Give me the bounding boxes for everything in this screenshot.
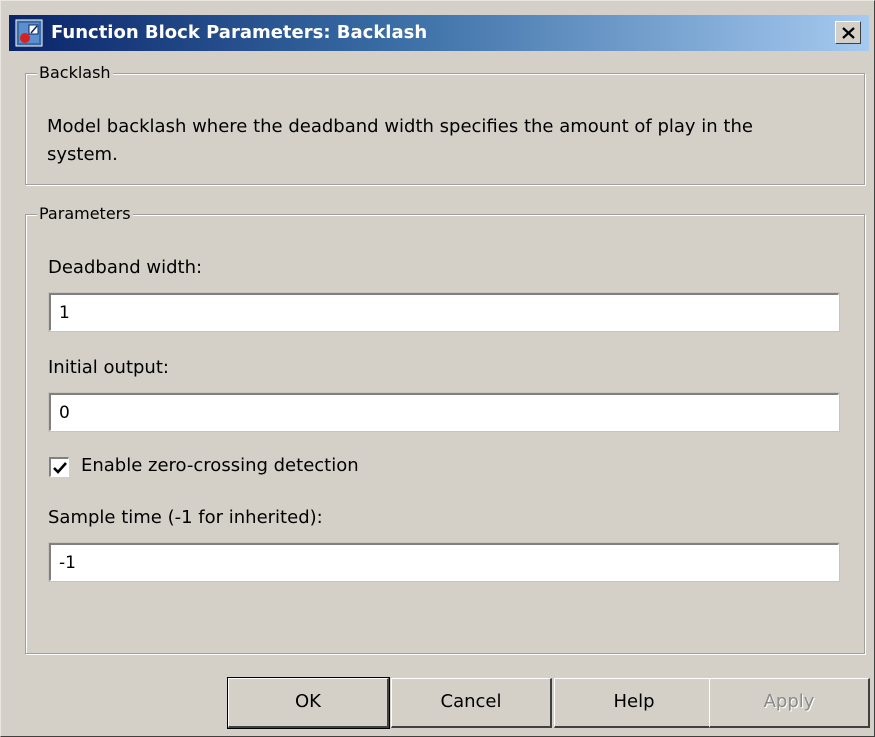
- initial-output-input[interactable]: [51, 395, 838, 430]
- help-button[interactable]: Help: [554, 678, 715, 728]
- block-description: Model backlash where the deadband width …: [47, 116, 753, 165]
- zero-crossing-label[interactable]: Enable zero-crossing detection: [81, 455, 359, 476]
- sample-time-label: Sample time (-1 for inherited):: [48, 507, 323, 528]
- parameters-groupbox: [25, 214, 865, 654]
- window-title: Function Block Parameters: Backlash: [51, 22, 428, 43]
- ok-button[interactable]: OK: [227, 677, 390, 729]
- sample-time-input[interactable]: [51, 545, 838, 580]
- apply-button[interactable]: Apply: [709, 678, 870, 728]
- title-bar[interactable]: Function Block Parameters: Backlash: [9, 15, 869, 51]
- close-icon: [842, 27, 855, 39]
- checkmark-icon: [53, 462, 67, 474]
- initial-output-label: Initial output:: [48, 357, 169, 378]
- parameters-group-legend: Parameters: [37, 204, 133, 224]
- zero-crossing-checkbox[interactable]: [49, 457, 69, 477]
- close-button[interactable]: [835, 21, 861, 44]
- deadband-width-label: Deadband width:: [48, 257, 203, 278]
- deadband-width-input[interactable]: [51, 295, 838, 330]
- deadband-width-field[interactable]: [48, 292, 840, 332]
- cancel-button[interactable]: Cancel: [391, 678, 552, 728]
- simulink-block-icon: [15, 19, 43, 47]
- sample-time-field[interactable]: [48, 542, 840, 582]
- dialog-window: Function Block Parameters: Backlash Back…: [0, 0, 875, 737]
- initial-output-field[interactable]: [48, 392, 840, 432]
- description-group-legend: Backlash: [37, 63, 113, 83]
